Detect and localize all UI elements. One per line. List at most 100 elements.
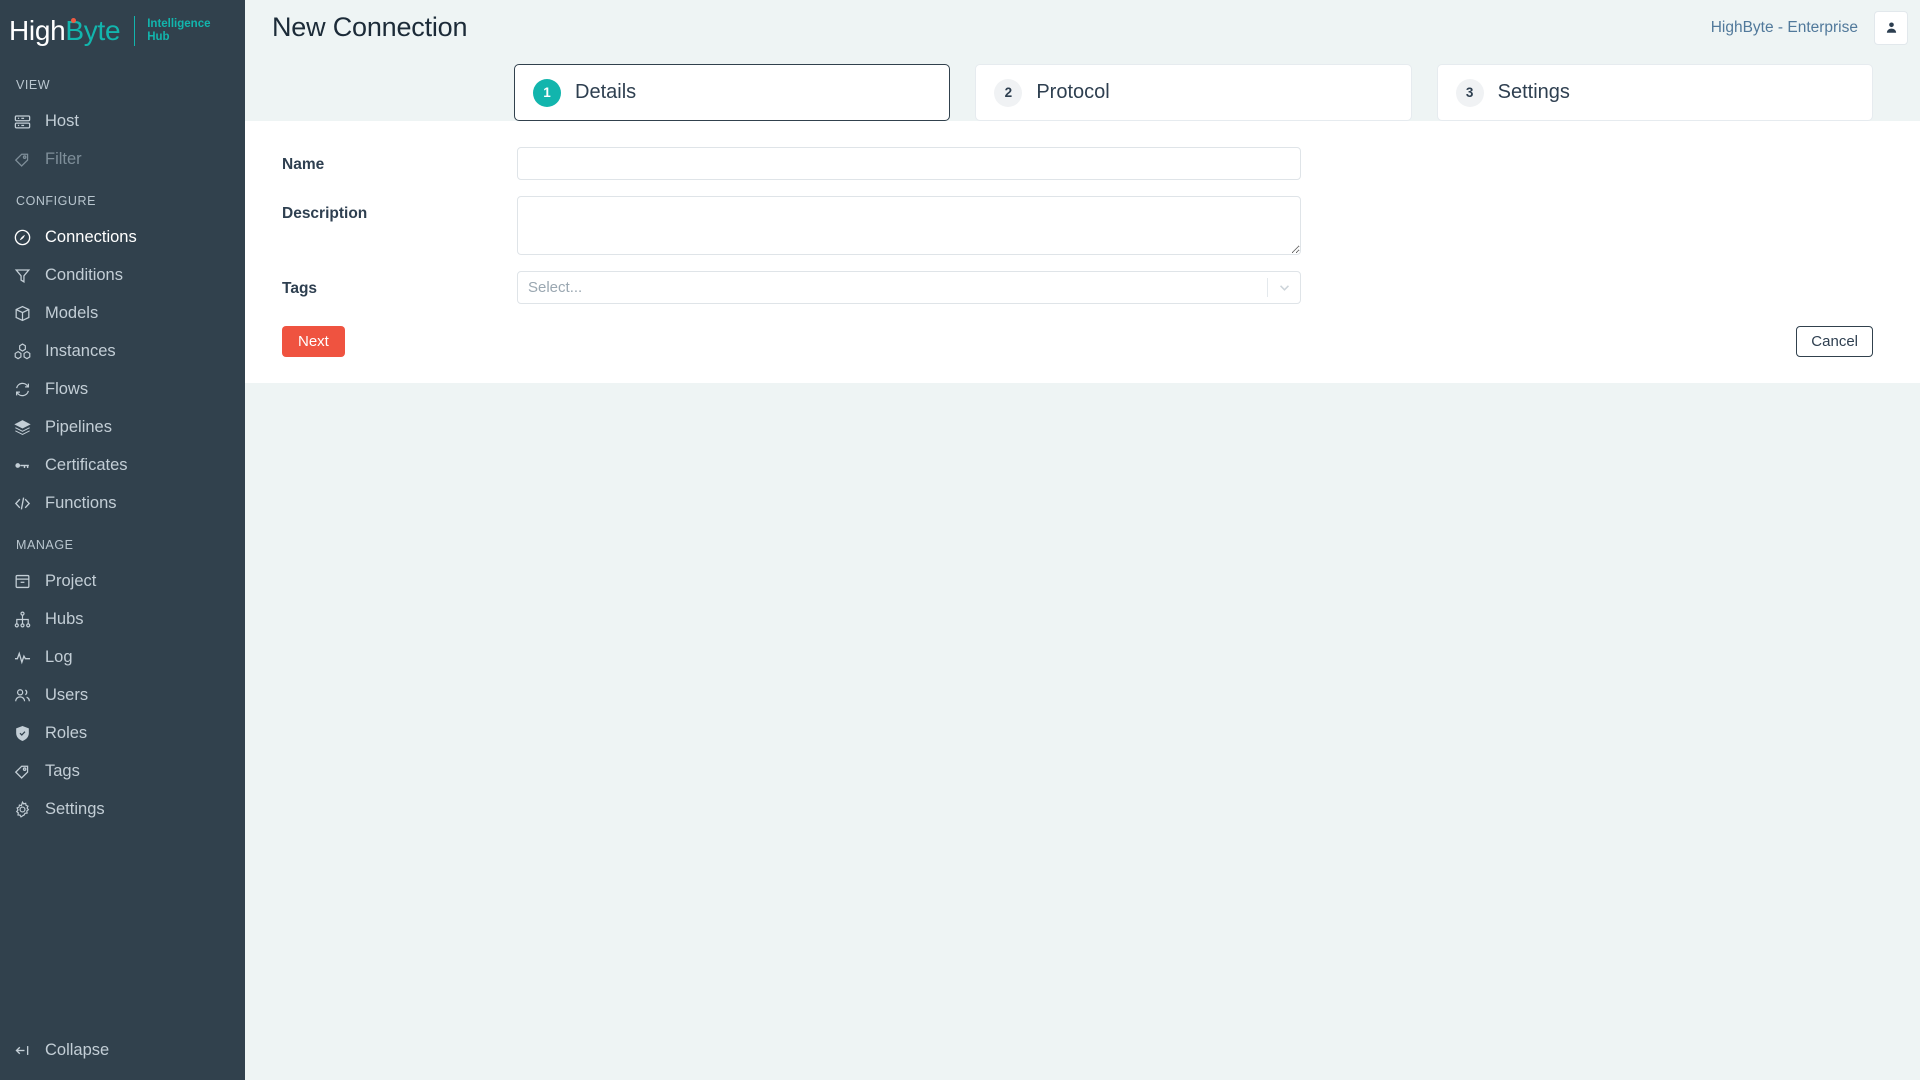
refresh-icon [13,380,40,399]
sidebar-item-roles[interactable]: Roles [0,714,245,752]
logo-divider [134,16,136,46]
shield-check-icon [13,724,40,743]
form-row-name: Name [245,147,1873,180]
wizard-steps: 1 Details 2 Protocol 3 Settings [245,64,1920,121]
sidebar-item-tags[interactable]: Tags [0,752,245,790]
brand-logo[interactable]: HighByte Intelligence Hub [0,0,245,62]
collapse-sidebar-button[interactable]: Collapse [0,1028,245,1072]
wizard-step-protocol[interactable]: 2 Protocol [975,64,1412,121]
form-row-description: Description [245,196,1873,255]
details-form-panel: Name Description Tags Select... Next Can… [245,121,1920,383]
key-icon [13,456,40,475]
sidebar-item-log[interactable]: Log [0,638,245,676]
sidebar-item-label: Pipelines [45,417,112,436]
sidebar-item-host[interactable]: Host [0,102,245,140]
wizard-step-details[interactable]: 1 Details [514,64,951,121]
name-input[interactable] [517,147,1301,180]
step-label: Protocol [1036,81,1110,103]
logo-wordmark: HighByte [9,15,121,46]
cubes-icon [13,342,40,361]
sidebar-item-models[interactable]: Models [0,294,245,332]
sidebar-item-label: Hubs [45,609,84,628]
product-name-line1: Intelligence [147,18,211,30]
wizard-step-settings[interactable]: 3 Settings [1436,64,1873,121]
sidebar-item-label: Roles [45,723,88,742]
sidebar-item-label: Users [45,685,89,704]
logo-text-high: High [9,15,66,46]
sidebar-section-view: VIEW [16,78,51,92]
name-label: Name [282,156,325,173]
layers-icon [13,418,40,437]
sidebar-item-connections[interactable]: Connections [0,218,245,256]
user-icon [1884,20,1899,35]
sidebar-item-pipelines[interactable]: Pipelines [0,408,245,446]
product-name: Intelligence Hub [147,18,211,44]
sidebar-item-hubs[interactable]: Hubs [0,600,245,638]
main-content: New Connection HighByte - Enterprise 1 D… [245,0,1920,1080]
sidebar-item-label: Functions [45,493,117,512]
collapse-left-icon [13,1041,40,1060]
description-field-wrap [517,196,1301,255]
sidebar-item-label: Filter [45,149,82,168]
users-icon [13,686,40,705]
pulse-icon [13,648,40,667]
sidebar-item-label: Conditions [45,265,123,284]
sidebar-section-manage: MANAGE [16,538,74,552]
sidebar-item-certificates[interactable]: Certificates [0,446,245,484]
sidebar-item-instances[interactable]: Instances [0,332,245,370]
sidebar-item-users[interactable]: Users [0,676,245,714]
sidebar-item-settings[interactable]: Settings [0,790,245,828]
box-icon [13,304,40,323]
sidebar-item-label: Project [45,571,97,590]
sidebar-section-configure: CONFIGURE [16,194,96,208]
page-title: New Connection [272,12,468,42]
tag-icon [13,762,40,781]
sidebar-item-conditions[interactable]: Conditions [0,256,245,294]
sidebar-item-label: Tags [45,761,80,780]
form-actions: Next Cancel [245,326,1873,357]
top-bar-right: HighByte - Enterprise [1711,10,1908,45]
plug-circle-icon [13,228,40,247]
logo-dot-icon [71,18,76,23]
tag-icon [13,150,40,169]
next-button[interactable]: Next [282,326,345,357]
funnel-icon [13,266,40,285]
server-icon [13,112,40,131]
gear-icon [13,800,40,819]
sidebar: HighByte Intelligence Hub VIEW Host Filt… [0,0,245,1080]
step-number-badge: 2 [994,78,1023,107]
sidebar-item-project[interactable]: Project [0,562,245,600]
tags-label: Tags [282,280,318,297]
description-label: Description [282,205,368,222]
sidebar-item-label: Log [45,647,73,666]
sidebar-item-label: Connections [45,227,137,246]
form-row-tags: Tags Select... [245,271,1873,304]
collapse-label: Collapse [45,1040,110,1059]
product-name-line2: Hub [147,31,170,43]
account-menu-button[interactable] [1874,10,1908,45]
sidebar-item-label: Instances [45,341,116,360]
step-label: Settings [1497,81,1570,103]
sidebar-item-label: Host [45,111,79,130]
name-field-wrap [517,147,1301,180]
cancel-button[interactable]: Cancel [1796,326,1873,357]
sidebar-item-functions[interactable]: Functions [0,484,245,522]
tags-select[interactable]: Select... [517,271,1301,304]
step-number-badge: 1 [533,78,561,107]
app-root: HighByte Intelligence Hub VIEW Host Filt… [0,0,1920,1080]
chevron-down-icon[interactable] [1268,279,1300,296]
sidebar-item-label: Flows [45,379,89,398]
code-icon [13,494,40,513]
sidebar-item-label: Settings [45,799,105,818]
archive-icon [13,572,40,591]
step-label: Details [575,81,637,103]
sidebar-item-label: Models [45,303,99,322]
top-bar: New Connection HighByte - Enterprise [245,0,1920,55]
sidebar-item-flows[interactable]: Flows [0,370,245,408]
step-number-badge: 3 [1455,78,1484,107]
sidebar-item-filter[interactable]: Filter [0,140,245,178]
sidebar-item-label: Certificates [45,455,128,474]
tags-select-value: Select... [528,279,583,296]
description-input[interactable] [517,196,1301,255]
